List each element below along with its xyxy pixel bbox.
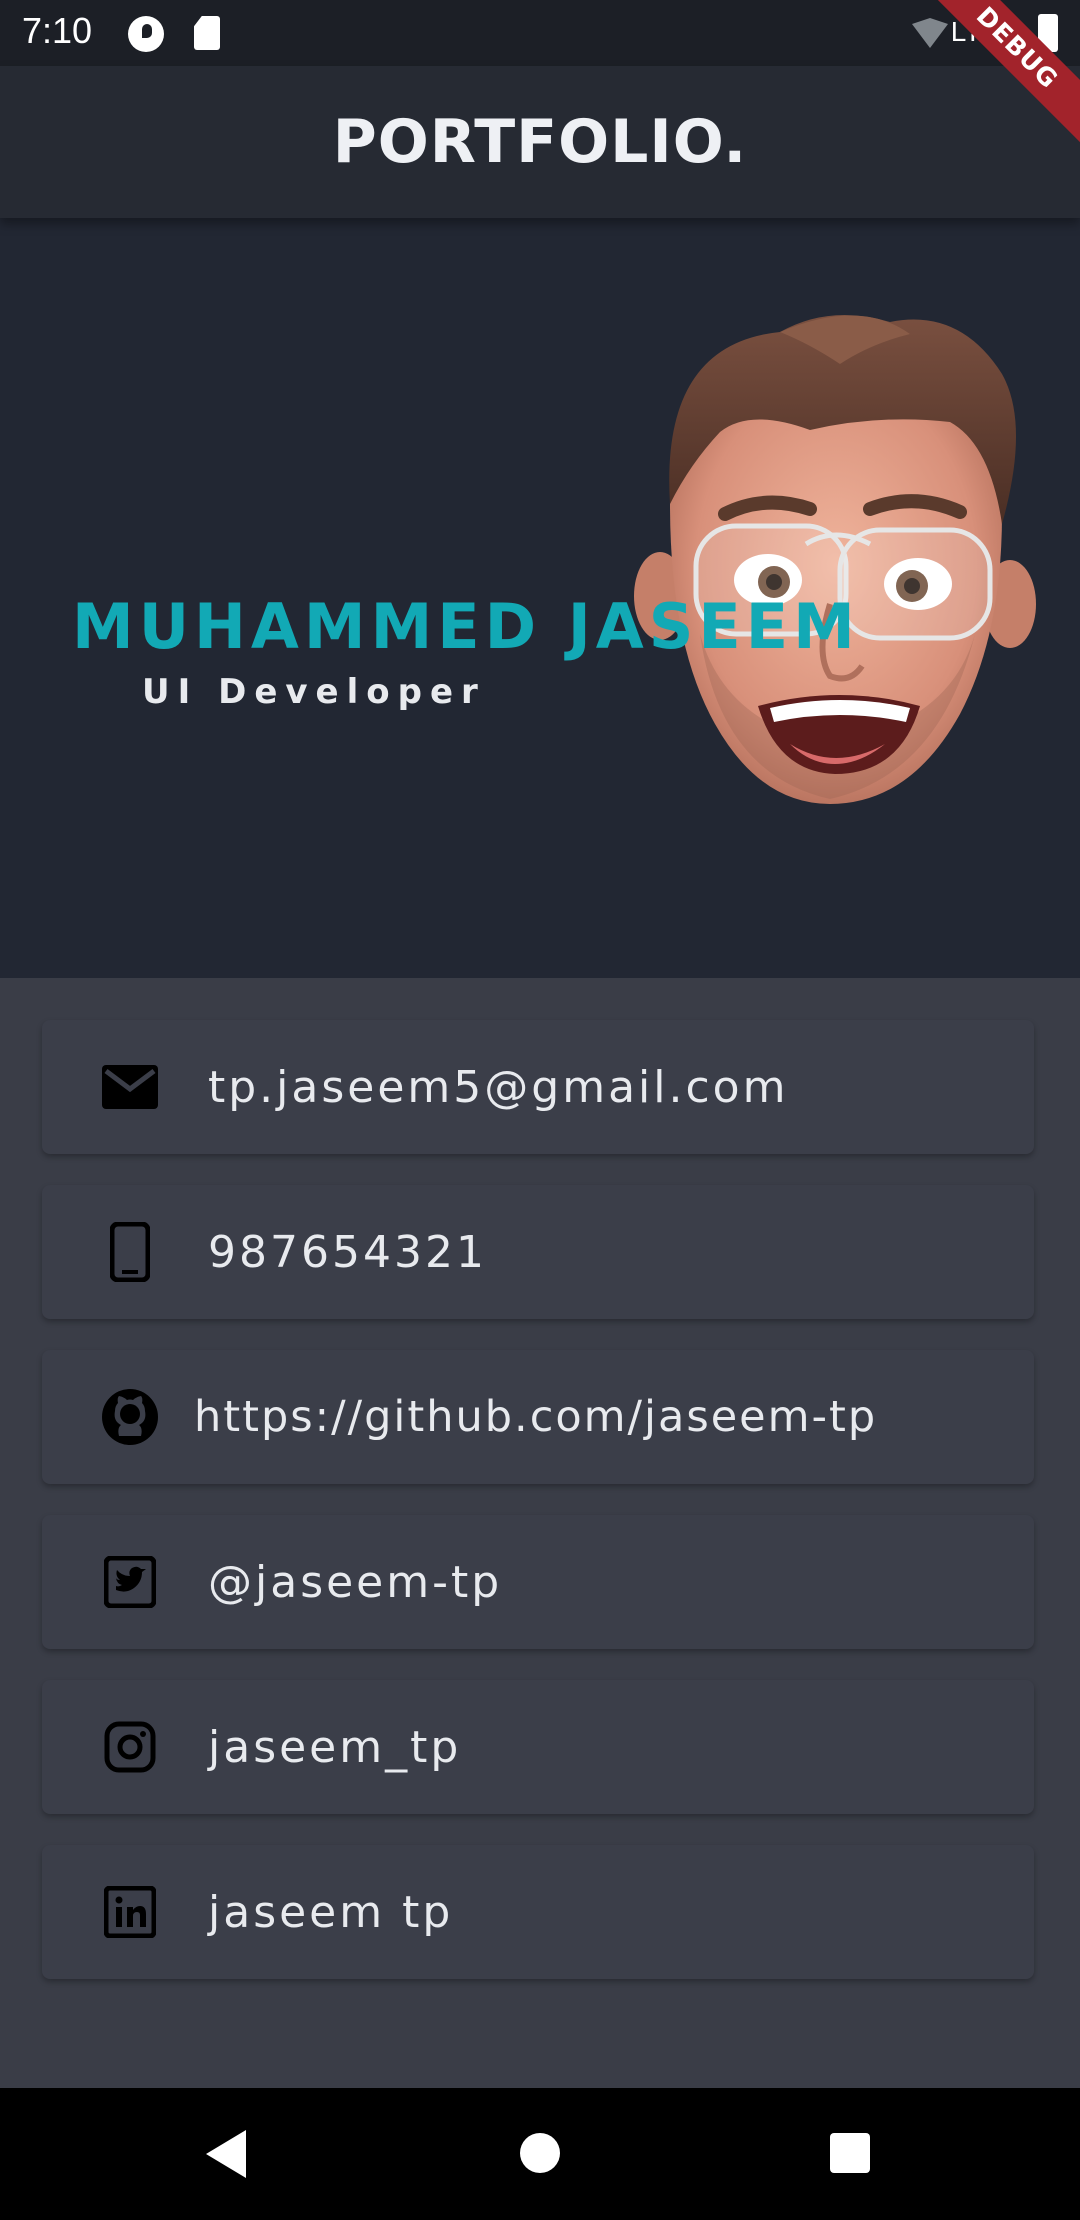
email-icon [100,1057,160,1117]
twitter-icon [100,1552,160,1612]
email-card[interactable]: tp.jaseem5@gmail.com [42,1020,1034,1154]
twitter-card[interactable]: @jaseem-tp [42,1515,1034,1649]
email-text[interactable]: tp.jaseem5@gmail.com [208,1020,788,1154]
contact-list: tp.jaseem5@gmail.com 987654321 https://g… [42,1020,1034,2010]
page-title: PORTFOLIO. [332,107,748,177]
system-nav-bar [0,2088,1080,2220]
instagram-icon [100,1717,160,1777]
wifi-icon [912,18,948,48]
sd-card-icon [194,16,220,50]
phone-icon [100,1222,160,1282]
status-bar: 7:10 LTE [0,0,1080,66]
recents-icon[interactable] [830,2133,870,2173]
twitter-text[interactable]: @jaseem-tp [208,1515,502,1649]
instagram-card[interactable]: jaseem_tp [42,1680,1034,1814]
notification-icon [128,16,164,52]
phone-card[interactable]: 987654321 [42,1185,1034,1319]
linkedin-card[interactable]: jaseem tp [42,1845,1034,1979]
github-card[interactable]: https://github.com/jaseem-tp [42,1350,1034,1484]
linkedin-text[interactable]: jaseem tp [208,1845,453,1979]
instagram-text[interactable]: jaseem_tp [208,1680,461,1814]
profile-role: UI Developer [142,672,486,712]
github-text[interactable]: https://github.com/jaseem-tp [194,1350,877,1484]
app-bar: PORTFOLIO. [0,66,1080,218]
memoji-avatar [634,314,1036,804]
back-icon[interactable] [206,2130,246,2178]
hero-section: MUHAMMED JASEEM UI Developer [0,218,1080,978]
phone-text[interactable]: 987654321 [208,1185,487,1319]
profile-name: MUHAMMED JASEEM [72,590,860,663]
linkedin-icon [100,1882,160,1942]
github-icon [100,1387,160,1447]
status-time: 7:10 [22,10,93,51]
home-icon[interactable] [520,2133,560,2173]
